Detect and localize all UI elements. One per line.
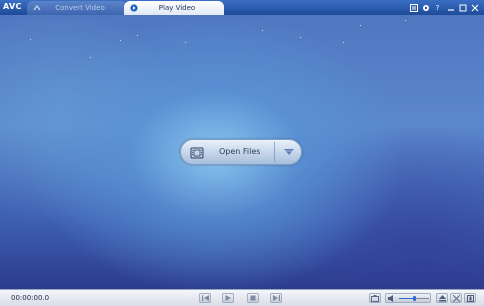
film-icon (190, 147, 204, 159)
open-files-dropdown-button[interactable] (276, 140, 302, 164)
fullscreen-icon (466, 294, 474, 302)
volume-control[interactable] (385, 293, 431, 303)
star-sparkle (262, 30, 263, 31)
help-glyph: ? (435, 3, 440, 12)
fullscreen-button[interactable] (464, 293, 476, 303)
speaker-icon (388, 295, 393, 302)
stop-icon (250, 295, 256, 301)
stop-button[interactable] (247, 293, 259, 303)
player-control-bar: 00:00:00.0 (0, 289, 484, 306)
maximize-icon[interactable] (458, 3, 467, 12)
playback-time: 00:00:00.0 (11, 294, 50, 302)
tab-play-video-label: Play Video (158, 4, 196, 12)
eject-button[interactable] (436, 293, 448, 303)
title-bar: AVC Convert Video Play Video ? (0, 0, 484, 15)
volume-slider[interactable] (399, 296, 429, 301)
snapshot-button[interactable] (369, 293, 381, 303)
eject-icon (438, 294, 446, 301)
volume-knob[interactable] (413, 296, 416, 301)
open-files-button[interactable]: Open Files (181, 140, 273, 164)
app-logo: AVC (3, 2, 22, 11)
star-sparkle (120, 40, 121, 41)
star-sparkle (360, 25, 361, 26)
star-sparkle (300, 37, 301, 38)
split-divider (274, 142, 275, 162)
volume-fill (399, 298, 414, 299)
play-icon (225, 295, 231, 301)
crop-button[interactable] (450, 293, 462, 303)
chevron-down-icon (284, 149, 294, 155)
tab-convert-video[interactable]: Convert Video (27, 1, 127, 15)
star-sparkle (343, 42, 344, 43)
play-circle-icon (130, 4, 138, 12)
star-sparkle (405, 20, 406, 21)
star-sparkle (90, 57, 91, 58)
star-sparkle (30, 39, 31, 40)
previous-button[interactable] (199, 293, 211, 303)
convert-icon (33, 5, 41, 11)
star-sparkle (137, 35, 138, 36)
next-icon (272, 295, 280, 301)
crop-icon (452, 294, 460, 302)
next-button[interactable] (270, 293, 282, 303)
snapshot-icon (371, 294, 379, 302)
tab-play-video[interactable]: Play Video (124, 1, 224, 15)
list-icon[interactable] (409, 3, 418, 12)
open-files-control: Open Files (180, 139, 302, 165)
tab-convert-video-label: Convert Video (55, 4, 105, 12)
gear-icon[interactable] (421, 3, 430, 12)
play-button[interactable] (222, 293, 234, 303)
minimize-icon[interactable] (446, 3, 455, 12)
help-icon[interactable]: ? (433, 3, 442, 12)
previous-icon (201, 295, 209, 301)
star-sparkle (185, 42, 186, 43)
close-icon[interactable] (470, 3, 479, 12)
open-files-label: Open Files (219, 147, 261, 156)
